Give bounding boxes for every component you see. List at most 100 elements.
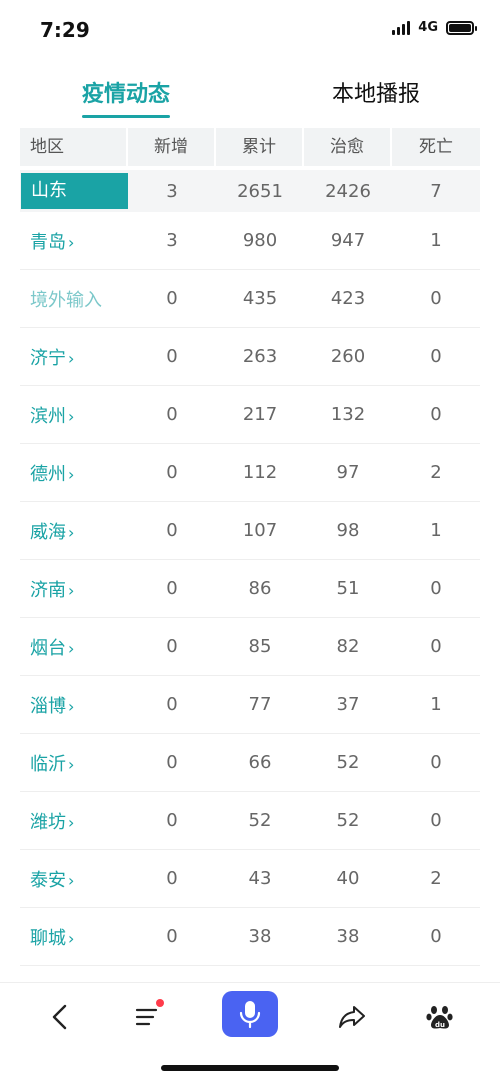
region-link[interactable]: 青岛 ›	[20, 228, 128, 254]
header-new: 新增	[128, 128, 216, 166]
table-row: 济南 › 0 86 51 0	[20, 560, 480, 618]
region-link[interactable]: 潍坊 ›	[20, 808, 128, 834]
cured-count: 97	[336, 462, 360, 483]
chevron-right-icon: ›	[68, 638, 75, 658]
table-row: 境外输入 0 435 423 0	[20, 270, 480, 328]
chevron-right-icon: ›	[68, 870, 75, 890]
home-indicator[interactable]	[161, 1065, 339, 1071]
chevron-right-icon: ›	[68, 522, 75, 542]
new-count: 0	[166, 926, 178, 947]
region-name: 德州	[30, 463, 66, 485]
cured-count: 98	[336, 520, 360, 541]
region-name: 临沂	[30, 753, 66, 775]
table-row: 德州 › 0 112 97 2	[20, 444, 480, 502]
region-link[interactable]: 聊城 ›	[20, 924, 128, 950]
death-count: 0	[430, 346, 442, 367]
chevron-right-icon: ›	[68, 812, 75, 832]
province-row: 山东 3 2651 2426 7	[20, 170, 480, 212]
header-total: 累计	[216, 128, 304, 166]
region-link: 境外输入	[20, 286, 128, 312]
total-count: 38	[248, 926, 272, 947]
province-name: 山东	[21, 173, 128, 209]
cured-count: 37	[336, 694, 360, 715]
total-count: 66	[248, 752, 272, 773]
chevron-right-icon: ›	[68, 754, 75, 774]
new-count: 0	[166, 578, 178, 599]
tab-epidemic-news[interactable]: 疫情动态	[82, 76, 171, 118]
region-link[interactable]: 滨州 ›	[20, 402, 128, 428]
region-name: 烟台	[30, 637, 66, 659]
new-count: 0	[166, 288, 178, 309]
table-row: 泰安 › 0 43 40 2	[20, 850, 480, 908]
total-count: 52	[248, 810, 272, 831]
region-link[interactable]: 济南 ›	[20, 576, 128, 602]
tab-bar: 疫情动态 本地播报	[0, 72, 500, 118]
death-count: 1	[430, 520, 442, 541]
share-button[interactable]	[332, 997, 372, 1037]
table-row: 威海 › 0 107 98 1	[20, 502, 480, 560]
cured-count: 38	[336, 926, 360, 947]
tab-local-report[interactable]: 本地播报	[332, 76, 420, 108]
chevron-right-icon: ›	[68, 580, 75, 600]
table-row: 青岛 › 3 980 947 1	[20, 212, 480, 270]
province-cured: 2426	[325, 180, 371, 202]
table-row: 潍坊 › 0 52 52 0	[20, 792, 480, 850]
region-name: 淄博	[30, 695, 66, 717]
baidu-button[interactable]: du	[420, 997, 460, 1037]
death-count: 0	[430, 578, 442, 599]
header-deaths: 死亡	[392, 128, 480, 166]
total-count: 43	[248, 868, 272, 889]
death-count: 0	[430, 752, 442, 773]
header-region: 地区	[20, 128, 128, 166]
region-link[interactable]: 济宁 ›	[20, 344, 128, 370]
chevron-right-icon: ›	[68, 232, 75, 252]
region-link[interactable]: 德州 ›	[20, 460, 128, 486]
menu-button[interactable]	[128, 997, 168, 1037]
region-link[interactable]: 威海 ›	[20, 518, 128, 544]
cured-count: 423	[330, 288, 366, 309]
new-count: 0	[166, 752, 178, 773]
death-count: 2	[430, 462, 442, 483]
network-type: 4G	[418, 20, 438, 35]
total-count: 263	[242, 346, 278, 367]
total-count: 217	[242, 404, 278, 425]
region-name: 济南	[30, 579, 66, 601]
cured-count: 82	[336, 636, 360, 657]
new-count: 0	[166, 636, 178, 657]
status-icons: 4G	[392, 20, 477, 35]
region-link[interactable]: 淄博 ›	[20, 692, 128, 718]
cured-count: 40	[336, 868, 360, 889]
region-link[interactable]: 临沂 ›	[20, 750, 128, 776]
total-count: 435	[242, 288, 278, 309]
region-name: 潍坊	[30, 811, 66, 833]
back-button[interactable]	[40, 997, 80, 1037]
chevron-right-icon: ›	[68, 348, 75, 368]
region-link[interactable]: 泰安 ›	[20, 866, 128, 892]
table-row: 临沂 › 0 66 52 0	[20, 734, 480, 792]
region-name: 青岛	[30, 231, 66, 253]
death-count: 0	[430, 288, 442, 309]
microphone-icon	[239, 1001, 261, 1029]
chevron-right-icon: ›	[68, 696, 75, 716]
total-count: 980	[242, 230, 278, 251]
death-count: 0	[430, 636, 442, 657]
death-count: 1	[430, 230, 442, 251]
new-count: 0	[166, 810, 178, 831]
svg-text:du: du	[435, 1021, 445, 1029]
voice-search-button[interactable]	[222, 991, 278, 1037]
death-count: 0	[430, 404, 442, 425]
cured-count: 52	[336, 752, 360, 773]
death-count: 0	[430, 926, 442, 947]
cured-count: 52	[336, 810, 360, 831]
total-count: 77	[248, 694, 272, 715]
chevron-right-icon: ›	[68, 406, 75, 426]
status-bar: 7:29 4G	[0, 0, 500, 60]
region-name: 威海	[30, 521, 66, 543]
table-row: 济宁 › 0 263 260 0	[20, 328, 480, 386]
cured-count: 947	[330, 230, 366, 251]
region-name: 聊城	[30, 927, 66, 949]
header-cured: 治愈	[304, 128, 392, 166]
region-name: 境外输入	[30, 289, 102, 311]
table-row: 聊城 › 0 38 38 0	[20, 908, 480, 966]
region-link[interactable]: 烟台 ›	[20, 634, 128, 660]
